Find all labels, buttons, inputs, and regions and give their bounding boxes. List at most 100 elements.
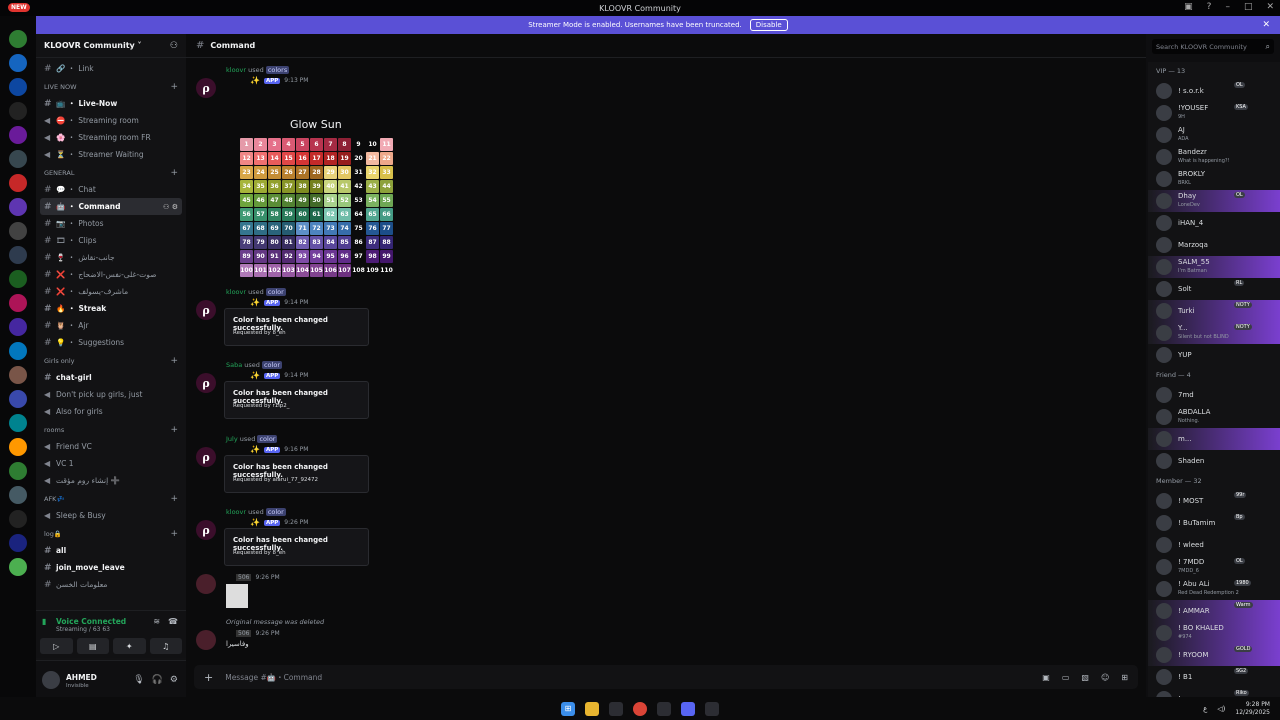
channel-item[interactable]: # 🔥 ・ Streak [36,300,186,317]
gif-icon[interactable]: ▭ [1062,673,1070,682]
channel-item[interactable]: ◀ Don't pick up girls, just [36,386,186,403]
server-icon[interactable] [9,126,27,144]
channel-item[interactable]: # 📺 ・ Live-Now [36,95,186,112]
channel-item[interactable]: # 🔗 ・ Link [36,60,186,77]
member-item[interactable]: ABDALLA Nothing. [1148,406,1280,428]
new-badge[interactable]: NEW [8,3,30,12]
member-item[interactable]: !YOUSEF 9H KSA [1148,102,1280,124]
channel-item[interactable]: # 🍷 ・ جانب-نقاش [36,249,186,266]
disconnect-icon[interactable]: ☎ [168,617,178,626]
channel-item[interactable]: ◀ Also for girls [36,403,186,420]
username[interactable]: kloovr [226,288,246,296]
channel-settings-icon[interactable]: ⚇ ⚙ [163,203,178,211]
member-item[interactable]: BROKLY BRKL [1148,168,1280,190]
server-icon[interactable] [9,438,27,456]
server-icon[interactable] [9,390,27,408]
member-item[interactable]: Y... Silent but not BLIND NOTY [1148,322,1280,344]
steam-icon[interactable] [609,701,623,716]
channel-item[interactable]: # 💡 ・ Suggestions [36,334,186,351]
member-item[interactable]: Turki NOTY [1148,300,1280,322]
channel-item[interactable]: ◀ Sleep & Busy [36,507,186,524]
member-item[interactable]: ! B1 SG2 [1148,666,1280,688]
server-icon[interactable] [9,366,27,384]
member-item[interactable]: iHAN_4 [1148,212,1280,234]
channel-item[interactable]: # ❌ ・ صوت-غلى-نفس-الاضحاج [36,266,186,283]
avatar[interactable] [42,671,60,689]
server-icon[interactable] [9,174,27,192]
command-name[interactable]: color [265,288,286,296]
user-tag[interactable]: 506 [236,630,252,637]
apps-icon[interactable]: ⊞ [1121,673,1128,682]
server-icon[interactable] [9,414,27,432]
member-item[interactable]: ! BuTamim Bp [1148,512,1280,534]
command-name[interactable]: colors [265,66,290,74]
channel-item[interactable]: ◀ ⏳ ・ Streamer Waiting [36,146,186,163]
member-item[interactable]: Shaden [1148,450,1280,472]
username[interactable]: kloovr [226,66,246,74]
member-item[interactable]: ! BO KHALED #974 [1148,622,1280,644]
member-item[interactable]: Bandezr What is happening?! [1148,146,1280,168]
add-attachment-icon[interactable]: + [204,671,213,684]
start-icon[interactable]: ⊞ [561,701,575,716]
channel-item[interactable]: # all [36,542,186,559]
noise-icon[interactable]: ≋ [153,617,160,626]
channel-item[interactable]: # ❌ ・ ماشرف-يسولف [36,283,186,300]
server-icon[interactable] [9,294,27,312]
bot-avatar[interactable]: ρ [196,520,216,540]
bot-avatar[interactable]: ρ [196,447,216,467]
channel-item-active[interactable]: # 🤖 ・ Command ⚇ ⚙ [40,198,182,215]
server-icon[interactable] [9,318,27,336]
user-avatar[interactable] [196,630,216,650]
soundboard-button[interactable]: ♫ [149,638,182,654]
server-icon[interactable] [9,510,27,528]
server-header[interactable]: KLOOVR Community ˅ ⚇ [36,34,186,58]
server-icon[interactable] [9,30,27,48]
folder-icon[interactable] [585,701,599,716]
mic-icon[interactable]: 🎙 [133,675,144,685]
server-icon[interactable] [9,150,27,168]
channel-item[interactable]: ◀ إنشاء روم مؤقت ➕ [36,472,186,489]
image-attachment[interactable] [226,584,248,608]
screen-share-button[interactable]: ▤ [76,638,109,654]
member-item[interactable]: ! s.o.r.k OL [1148,80,1280,102]
command-name[interactable]: color [261,361,282,369]
signal-icon[interactable]: ▮ [42,617,46,626]
member-item[interactable]: AJ ADA [1148,124,1280,146]
member-item[interactable]: ! AMMAR Warm [1148,600,1280,622]
add-channel-icon[interactable]: + [170,168,178,178]
channel-item[interactable]: ◀ 🌸 ・ Streaming room FR [36,129,186,146]
bot-avatar[interactable]: ρ [196,373,216,393]
voice-connected-title[interactable]: Voice Connected [56,617,126,626]
server-icon[interactable] [9,78,27,96]
sticker-icon[interactable]: ▧ [1081,673,1089,682]
server-icon[interactable] [9,342,27,360]
user-tag[interactable]: 506 [236,574,252,581]
server-icon[interactable] [9,534,27,552]
member-item[interactable]: 7md [1148,384,1280,406]
search-input[interactable]: Search KLOOVR Community ⌕ [1152,39,1274,54]
member-item[interactable]: SALM_55 I'm Batman [1148,256,1280,278]
add-channel-icon[interactable]: + [170,529,178,539]
invite-icon[interactable]: ⚇ [170,41,178,51]
channel-category[interactable]: log🔒 + [36,526,186,542]
server-icon[interactable] [9,102,27,120]
clock[interactable]: 9:28 PM 12/29/2025 [1235,701,1270,717]
channel-item[interactable]: # 🦉 ・ Ajr [36,317,186,334]
server-icon[interactable] [9,222,27,240]
headphones-icon[interactable]: 🎧 [152,675,163,685]
channel-item[interactable]: ◀ VC 1 [36,455,186,472]
command-name[interactable]: color [265,508,286,516]
channel-item[interactable]: # 📷 ・ Photos [36,215,186,232]
disable-button[interactable]: Disable [749,19,788,31]
chrome-icon[interactable] [633,701,647,716]
server-icon[interactable] [9,54,27,72]
member-item[interactable]: ! Abu ALi Red Dead Redemption 2 1980 [1148,578,1280,600]
server-icon[interactable] [9,198,27,216]
channel-category[interactable]: LIVE NOW + [36,79,186,95]
discord-icon[interactable] [681,701,695,716]
app2-icon[interactable] [705,701,719,716]
close-icon[interactable]: ✕ [1262,20,1270,30]
user-avatar[interactable] [196,574,216,594]
channel-item[interactable]: ◀ ⛔ ・ Streaming room [36,112,186,129]
channel-category[interactable]: AFK💤 + [36,491,186,507]
